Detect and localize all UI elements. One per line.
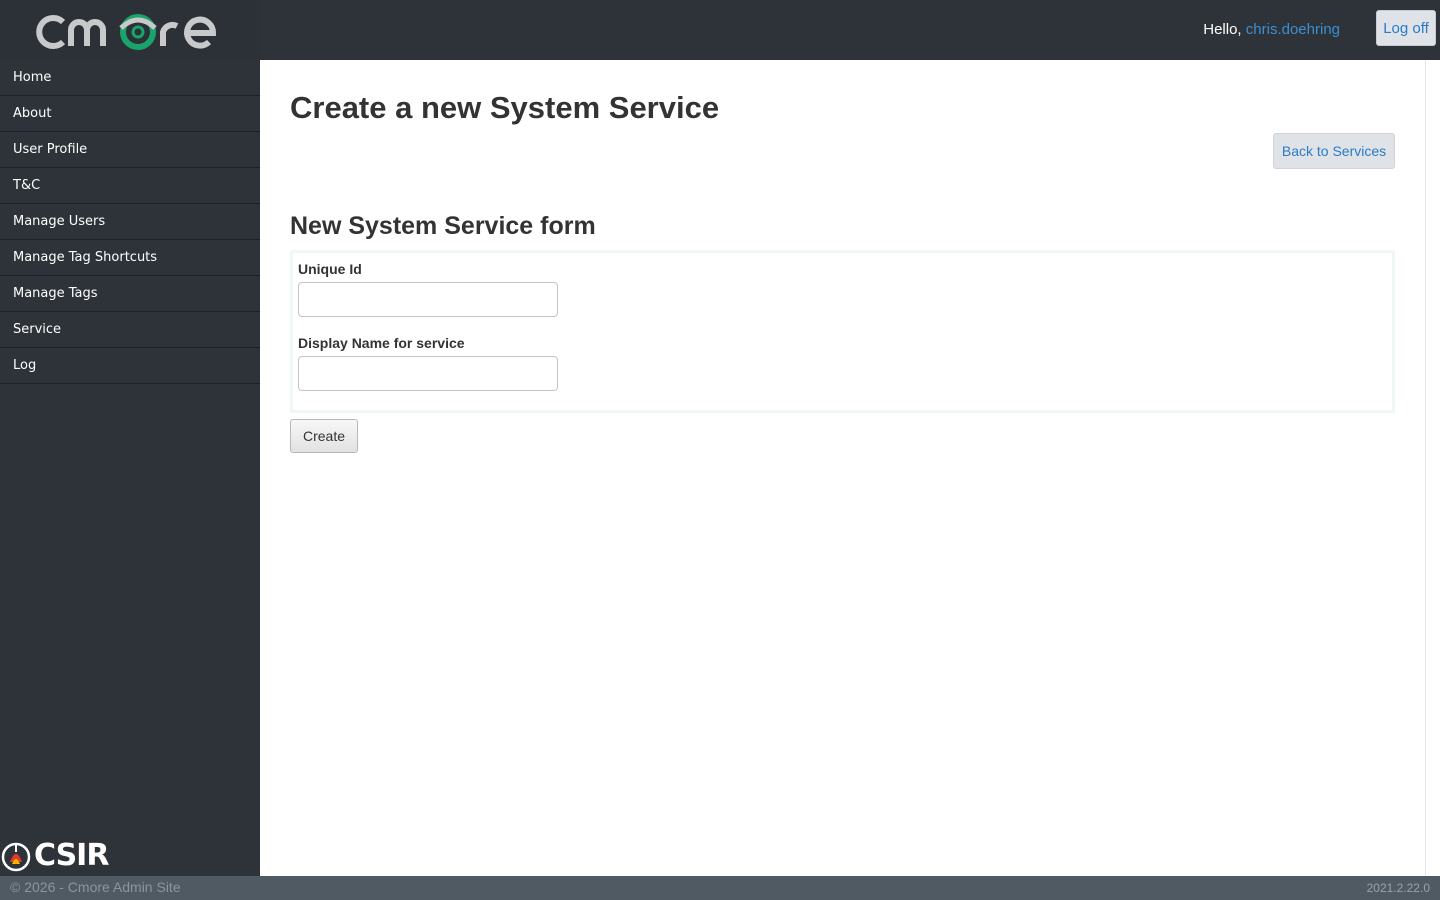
sidebar-item-label: About	[13, 106, 52, 121]
csir-logo: CSIR	[0, 838, 109, 873]
username-link[interactable]: chris.doehring	[1246, 21, 1340, 38]
sidebar-item-label: T&C	[13, 178, 41, 193]
scrollbar-track[interactable]	[1425, 60, 1440, 876]
display-name-input[interactable]	[298, 356, 558, 391]
sidebar-item-label: Manage Users	[13, 214, 106, 229]
sidebar: Home About User Profile T&C Manage Users…	[0, 0, 260, 876]
sidebar-item-about[interactable]: About	[0, 96, 260, 132]
main-content: Create a new System Service Back to Serv…	[260, 60, 1425, 876]
sidebar-item-manage-tag-shortcuts[interactable]: Manage Tag Shortcuts	[0, 240, 260, 276]
page-title: Create a new System Service	[290, 90, 720, 125]
unique-id-label: Unique Id	[298, 261, 362, 277]
version-text: 2021.2.22.0	[1366, 881, 1430, 895]
sidebar-item-label: Home	[13, 70, 52, 85]
sidebar-item-label: Service	[13, 322, 62, 337]
display-name-label: Display Name for service	[298, 335, 465, 351]
sidebar-item-log[interactable]: Log	[0, 348, 260, 384]
form-title: New System Service form	[290, 212, 596, 240]
copyright-text: © 2026 - Cmore Admin Site	[10, 879, 181, 895]
back-to-services-button[interactable]: Back to Services	[1273, 133, 1395, 169]
csir-logo-text: CSIR	[34, 838, 109, 873]
cmore-logo-icon	[36, 14, 217, 50]
cmore-logo[interactable]	[0, 0, 260, 60]
sidebar-nav: Home About User Profile T&C Manage Users…	[0, 60, 260, 384]
sidebar-item-label: Log	[13, 358, 37, 373]
sidebar-item-manage-users[interactable]: Manage Users	[0, 204, 260, 240]
sidebar-item-user-profile[interactable]: User Profile	[0, 132, 260, 168]
sidebar-item-home[interactable]: Home	[0, 60, 260, 96]
top-bar: Hello, chris.doehring Log off	[260, 0, 1440, 60]
sidebar-item-label: Manage Tag Shortcuts	[13, 250, 158, 265]
sidebar-item-label: Manage Tags	[13, 286, 98, 301]
sidebar-item-service[interactable]: Service	[0, 312, 260, 348]
sidebar-item-label: User Profile	[13, 142, 88, 157]
create-button[interactable]: Create	[290, 419, 358, 453]
user-greeting: Hello, chris.doehring	[1203, 21, 1340, 38]
sidebar-item-manage-tags[interactable]: Manage Tags	[0, 276, 260, 312]
sidebar-item-terms[interactable]: T&C	[0, 168, 260, 204]
footer: © 2026 - Cmore Admin Site 2021.2.22.0	[0, 876, 1440, 900]
logoff-button[interactable]: Log off	[1376, 10, 1436, 46]
csir-emblem-icon	[1, 842, 31, 872]
service-form-fieldset: Unique Id Display Name for service	[290, 250, 1395, 413]
greeting-text: Hello,	[1203, 21, 1242, 38]
unique-id-input[interactable]	[298, 282, 558, 317]
